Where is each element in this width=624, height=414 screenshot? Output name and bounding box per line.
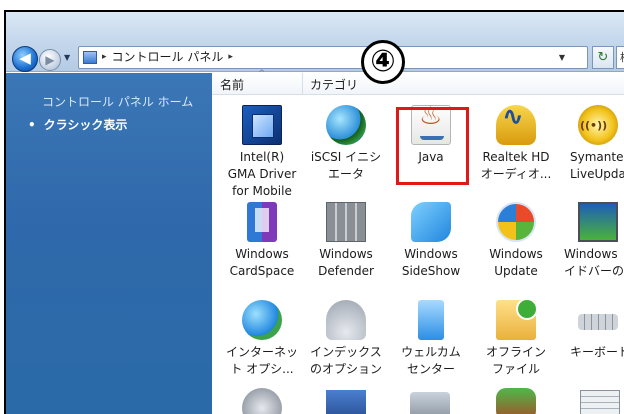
breadcrumb-separator[interactable]: ▸	[102, 47, 107, 68]
item-label: インターネッ	[225, 345, 298, 359]
classic-view-label: クラシック表示	[43, 118, 128, 132]
item-label: Windows	[319, 247, 373, 261]
column-divider[interactable]	[302, 73, 303, 95]
item-label: のオプション	[309, 362, 382, 376]
welcome-center-icon	[418, 300, 444, 340]
task-pane: コントロール パネル ホーム • クラシック表示	[6, 73, 212, 414]
item-symantec-liveupdate[interactable]: Symante LiveUpdat	[558, 105, 624, 183]
indexing-options-icon	[326, 300, 366, 340]
keyboard-icon	[578, 314, 618, 330]
control-panel-icon	[83, 51, 97, 64]
item-windows-sidebar[interactable]: Windows イドバーの	[558, 202, 624, 280]
address-dropdown-icon[interactable]: ▼	[559, 47, 565, 68]
java-highlight-box	[396, 107, 469, 185]
intel-gma-icon	[242, 105, 282, 145]
item-realtek-hd[interactable]: Realtek HD オーディオ...	[472, 105, 560, 183]
column-name[interactable]: 名前	[220, 76, 244, 93]
item-label: キーボード	[570, 345, 624, 359]
display-icon[interactable]	[326, 390, 366, 414]
security-icon[interactable]	[496, 388, 536, 414]
item-label: インデックス	[310, 345, 382, 359]
defender-icon	[326, 202, 366, 242]
breadcrumb-separator[interactable]: ▸	[228, 47, 233, 68]
item-label: Defender	[318, 264, 374, 278]
item-label: ト オプシ...	[230, 362, 294, 376]
sideshow-icon	[411, 202, 451, 242]
bullet-icon: •	[28, 118, 36, 132]
item-label: SideShow	[401, 264, 461, 278]
item-label: CardSpace	[229, 264, 295, 278]
search-input[interactable]: 検	[616, 46, 624, 69]
item-label: エータ	[327, 167, 364, 181]
item-label: Windows	[564, 247, 618, 261]
item-label: センター	[406, 362, 455, 376]
item-windows-defender[interactable]: Windows Defender	[302, 202, 390, 280]
classic-view-item[interactable]: • クラシック表示	[28, 116, 127, 133]
windows-update-icon	[496, 202, 536, 242]
item-label: ファイル	[491, 362, 540, 376]
internet-options-icon	[242, 300, 282, 340]
item-offline-files[interactable]: オフライン ファイル	[472, 298, 560, 378]
printer-icon[interactable]	[410, 392, 450, 414]
back-button[interactable]: ◀	[12, 46, 38, 72]
item-label: ウェルカム	[401, 345, 461, 359]
step-number-badge: ④	[361, 40, 405, 84]
item-label: Update	[494, 264, 538, 278]
control-panel-home-link[interactable]: コントロール パネル ホーム	[42, 93, 193, 110]
item-intel-gma[interactable]: Intel(R) GMA Driver for Mobile	[218, 105, 306, 200]
item-label: イドバーの	[564, 264, 624, 278]
item-label: LiveUpdat	[570, 167, 624, 181]
item-label: オフライン	[485, 345, 546, 359]
item-indexing-options[interactable]: インデックス のオプション	[302, 300, 390, 378]
history-dropdown-icon[interactable]: ▼	[64, 53, 70, 62]
item-label: Windows	[235, 247, 289, 261]
forward-button[interactable]: ▶	[39, 49, 61, 71]
item-label: オーディオ...	[480, 167, 552, 181]
item-label: Intel(R)	[239, 150, 285, 164]
address-bar[interactable]: ▸ コントロール パネル ▸ ▼	[78, 46, 588, 69]
sort-arrow-icon: ^	[258, 69, 266, 79]
item-label: GMA Driver	[227, 167, 297, 181]
item-keyboard[interactable]: キーボード	[558, 300, 624, 361]
item-label: iSCSI イニシ	[310, 150, 382, 164]
item-welcome-center[interactable]: ウェルカム センター	[387, 300, 475, 378]
control-panel-window: ◀ ▶ ▼ ▸ コントロール パネル ▸ ▼ ↻ 検 コントロール パネル ホー…	[4, 10, 624, 414]
column-header: 名前 ^ カテゴリ	[212, 69, 624, 95]
windows-sidebar-icon	[578, 202, 618, 242]
offline-files-icon	[496, 298, 538, 340]
item-windows-update[interactable]: Windows Update	[472, 202, 560, 280]
item-internet-options[interactable]: インターネッ ト オプシ...	[218, 300, 306, 378]
refresh-button[interactable]: ↻	[592, 46, 614, 69]
sound-icon[interactable]	[242, 388, 282, 414]
navigation-bar: ◀ ▶ ▼ ▸ コントロール パネル ▸ ▼ ↻ 検	[6, 12, 624, 72]
realtek-icon	[496, 105, 536, 145]
item-iscsi[interactable]: iSCSI イニシ エータ	[302, 105, 390, 183]
item-label: Windows	[404, 247, 458, 261]
item-windows-sideshow[interactable]: Windows SideShow	[387, 202, 475, 280]
breadcrumb-control-panel[interactable]: コントロール パネル	[112, 47, 224, 68]
item-label: Symante	[570, 150, 624, 164]
document-icon[interactable]	[580, 390, 620, 414]
item-label: for Mobile	[232, 184, 292, 198]
item-windows-cardspace[interactable]: Windows CardSpace	[218, 202, 306, 280]
cardspace-icon	[247, 202, 277, 242]
item-label: Realtek HD	[482, 150, 550, 164]
iscsi-icon	[326, 105, 366, 145]
item-label: Windows	[489, 247, 543, 261]
symantec-icon	[578, 105, 618, 145]
column-category[interactable]: カテゴリ	[310, 76, 358, 93]
